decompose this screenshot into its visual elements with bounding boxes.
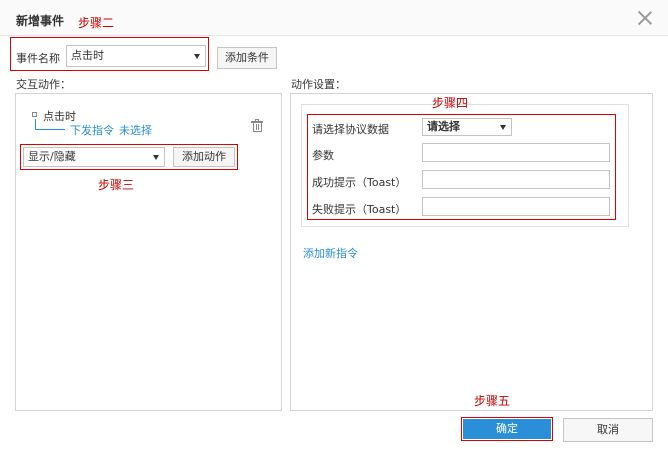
param-input[interactable] [422, 143, 610, 162]
success-toast-input[interactable] [422, 170, 610, 189]
chevron-down-icon [153, 155, 159, 160]
step3-annotation: 步骤三 [98, 178, 135, 192]
action-type-select-value: 显示/隐藏 [28, 150, 76, 163]
chevron-down-icon [500, 125, 506, 130]
interaction-panel: 点击时 下发指令 未选择 [15, 93, 282, 411]
action-settings-heading: 动作设置： [291, 78, 346, 91]
success-toast-label: 成功提示（Toast） [312, 176, 407, 189]
event-name-select[interactable]: 点击时 [66, 45, 206, 67]
step5-annotation: 步骤五 [474, 394, 511, 408]
tree-connector-horizontal [35, 129, 65, 130]
add-action-button[interactable]: 添加动作 [173, 147, 235, 167]
step2-annotation: 步骤二 [78, 16, 115, 30]
dialog-title: 新增事件 [16, 14, 65, 28]
confirm-button[interactable]: 确定 [463, 419, 551, 439]
fail-toast-input[interactable] [422, 197, 610, 216]
interaction-heading: 交互动作： [16, 78, 71, 91]
trash-icon[interactable] [251, 119, 263, 133]
action-type-select[interactable]: 显示/隐藏 [23, 147, 165, 167]
chevron-down-icon [194, 54, 200, 59]
event-name-label: 事件名称 [16, 52, 60, 65]
protocol-select[interactable]: 请选择 [422, 118, 512, 136]
cancel-button[interactable]: 取消 [563, 418, 653, 442]
close-icon[interactable] [637, 10, 653, 26]
tree-node-icon [32, 112, 37, 117]
add-condition-button[interactable]: 添加条件 [217, 47, 277, 69]
tree-target-link[interactable]: 未选择 [119, 122, 152, 138]
add-command-link[interactable]: 添加新指令 [303, 245, 358, 261]
event-name-select-value: 点击时 [71, 49, 104, 62]
step4-annotation: 步骤四 [432, 96, 469, 110]
protocol-select-value: 请选择 [427, 120, 460, 133]
tree-action-link[interactable]: 下发指令 [70, 122, 114, 138]
protocol-label: 请选择协议数据 [312, 123, 389, 136]
tree-connector [35, 119, 36, 129]
fail-toast-label: 失败提示（Toast） [312, 203, 407, 216]
param-label: 参数 [312, 149, 334, 162]
